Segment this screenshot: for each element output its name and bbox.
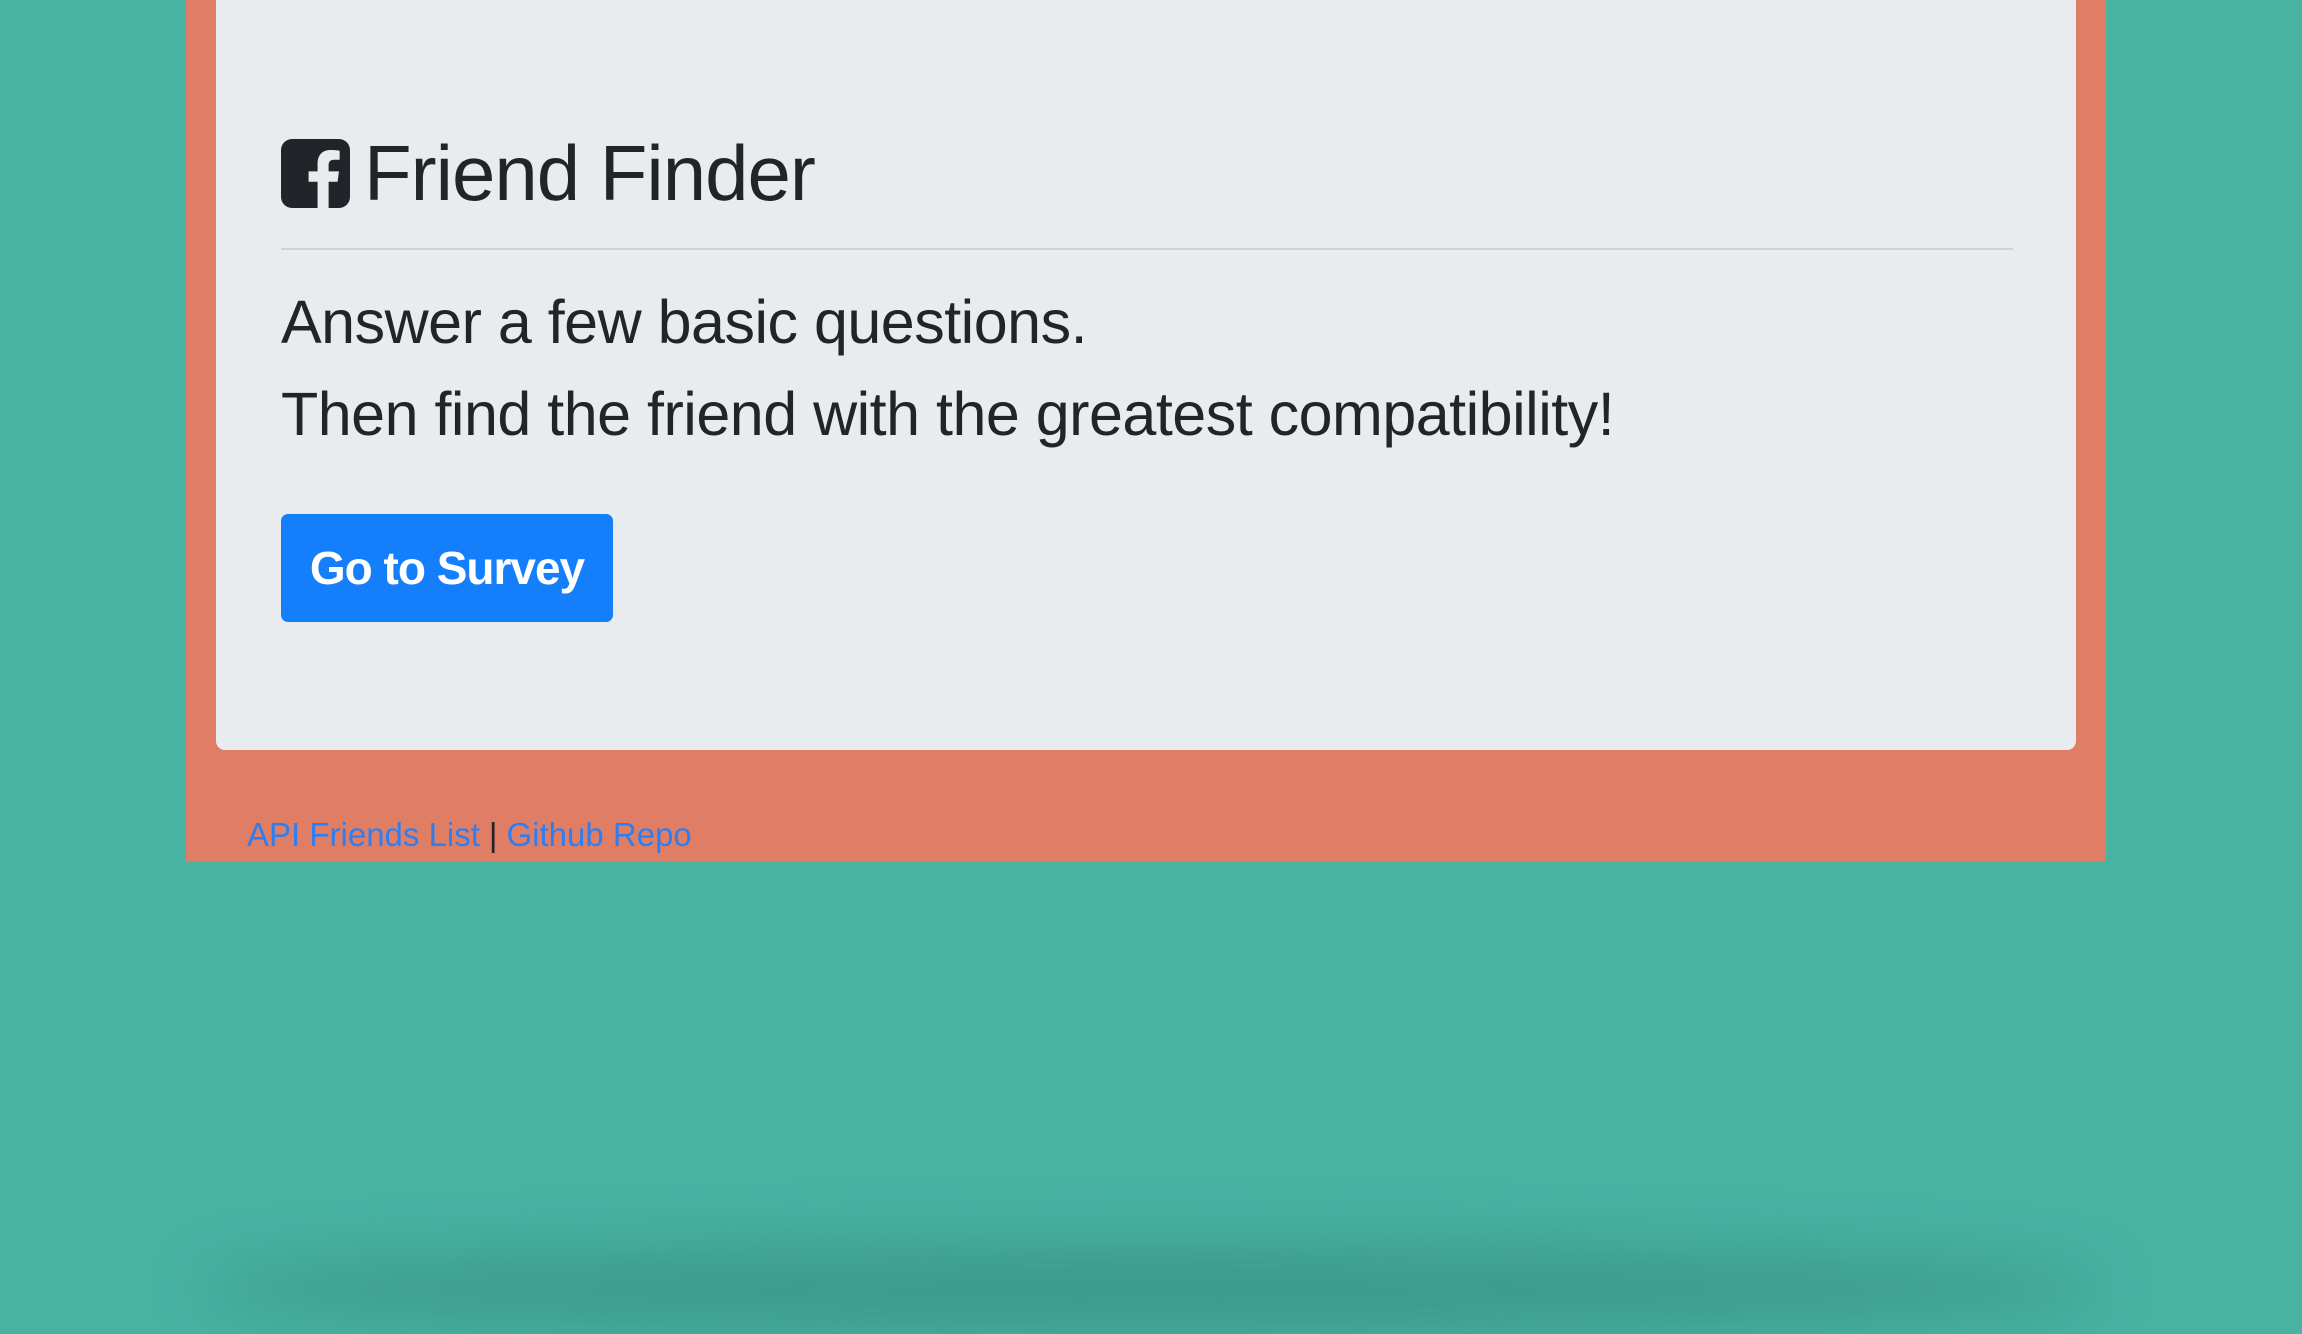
main-container: Friend Finder Answer a few basic questio… (186, 0, 2106, 862)
facebook-square-icon (281, 138, 350, 208)
jumbotron: Friend Finder Answer a few basic questio… (216, 0, 2076, 750)
divider (281, 248, 2013, 250)
intro-line-1: Answer a few basic questions. (281, 288, 1088, 356)
page-shadow (200, 1244, 2102, 1334)
go-to-survey-button[interactable]: Go to Survey (281, 514, 613, 622)
footer: API Friends List | Github Repo (247, 818, 692, 851)
footer-separator: | (488, 816, 498, 853)
title-row: Friend Finder (281, 128, 816, 218)
intro-line-2: Then find the friend with the greatest c… (281, 380, 1615, 448)
api-friends-list-link[interactable]: API Friends List (247, 816, 480, 853)
page-title: Friend Finder (364, 129, 816, 217)
github-repo-link[interactable]: Github Repo (507, 816, 692, 853)
